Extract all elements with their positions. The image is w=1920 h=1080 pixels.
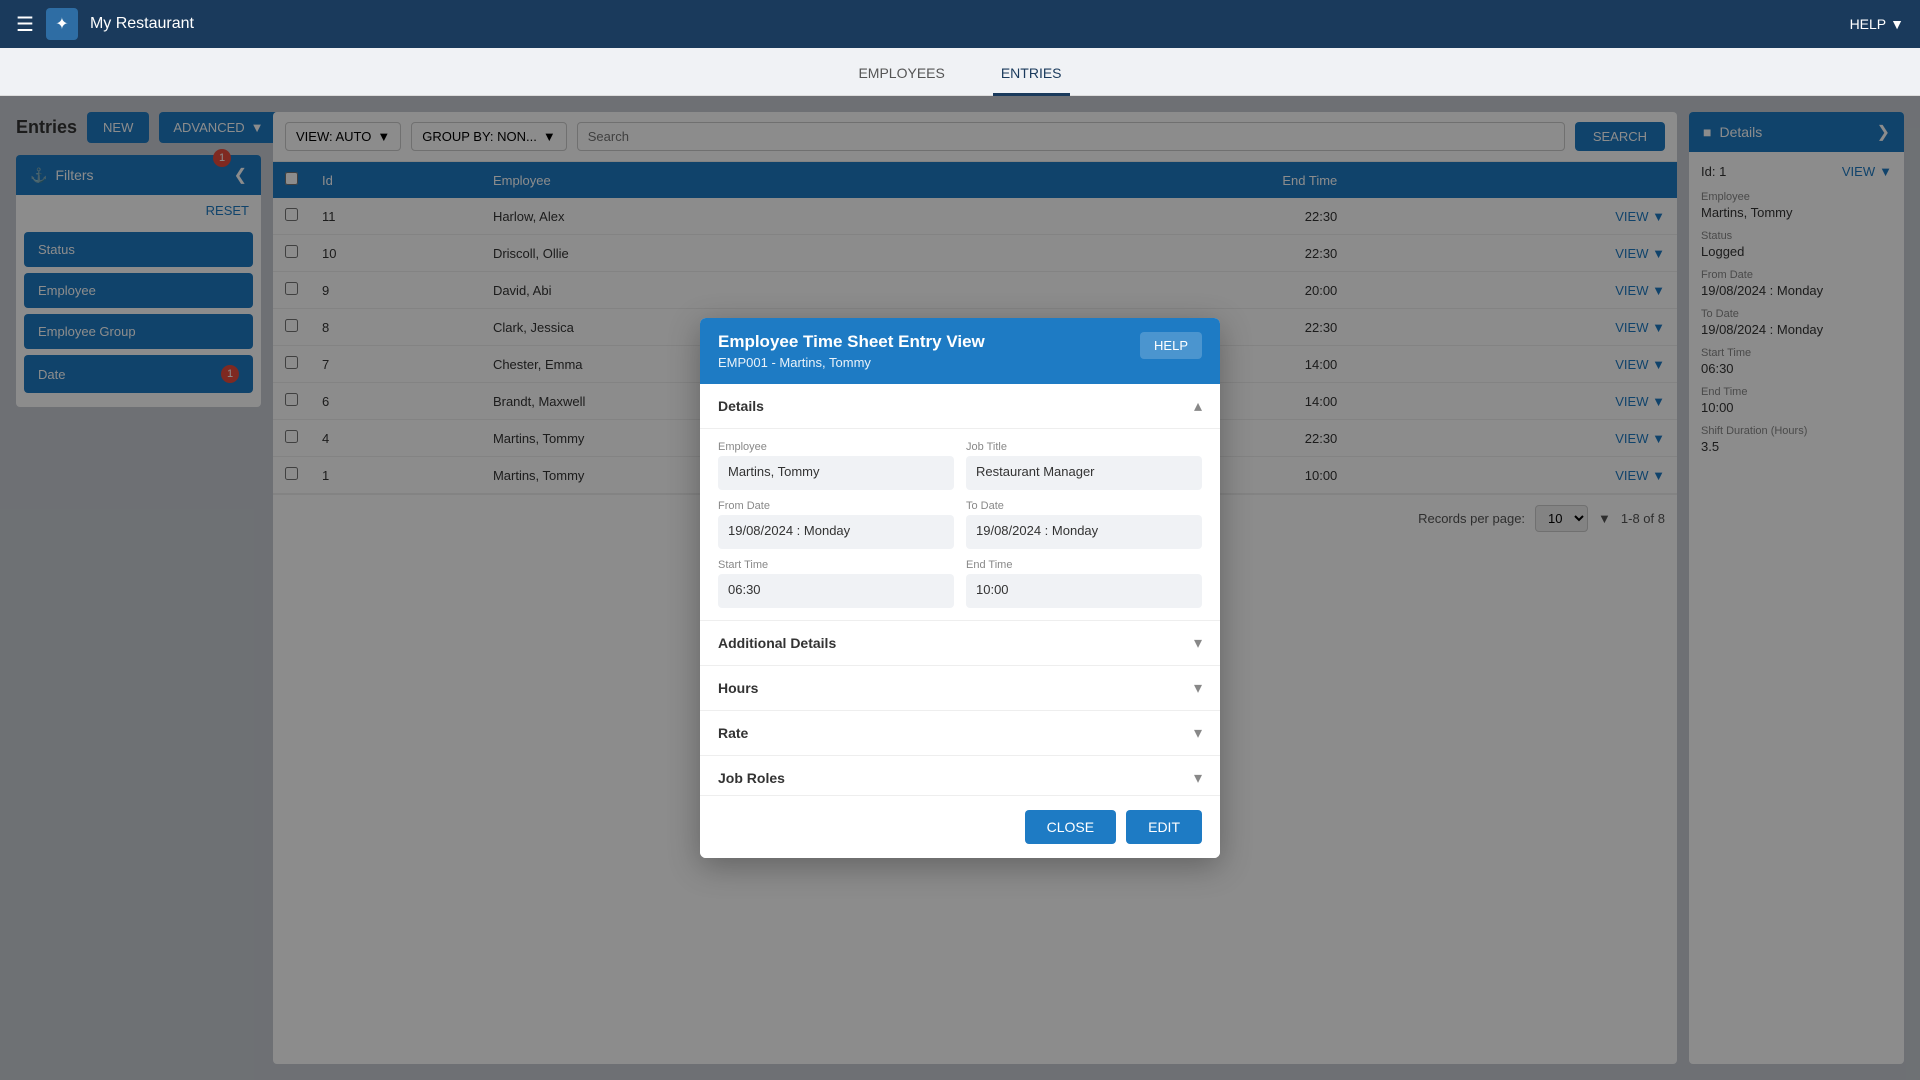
from-date-value: 19/08/2024 : Monday [718,515,954,549]
close-button[interactable]: CLOSE [1025,810,1116,844]
to-date-value: 19/08/2024 : Monday [966,515,1202,549]
field-from-date: From Date 19/08/2024 : Monday [718,500,954,549]
chevron-down-icon [1194,723,1202,743]
app-logo: ✦ [46,8,78,40]
modal-body: Details Employee Martins, Tommy Job Titl… [700,384,1220,795]
start-time-value: 06:30 [718,574,954,608]
field-end-time: End Time 10:00 [966,559,1202,608]
employee-label: Employee [718,441,954,453]
details-section-header[interactable]: Details [700,384,1220,429]
modal-footer: CLOSE EDIT [700,795,1220,858]
field-employee: Employee Martins, Tommy [718,441,954,490]
section-additional[interactable]: Additional Details [700,621,1220,666]
from-date-label: From Date [718,500,954,512]
to-date-label: To Date [966,500,1202,512]
job-title-label: Job Title [966,441,1202,453]
chevron-down-icon [1194,633,1202,653]
end-time-value: 10:00 [966,574,1202,608]
section-job_roles[interactable]: Job Roles [700,756,1220,795]
section-rate[interactable]: Rate [700,711,1220,756]
help-nav[interactable]: HELP ▼ [1850,16,1904,32]
modal-title: Employee Time Sheet Entry View [718,332,985,352]
modal: Employee Time Sheet Entry View EMP001 - … [700,318,1220,858]
menu-icon[interactable]: ☰ [16,12,34,37]
modal-header: Employee Time Sheet Entry View EMP001 - … [700,318,1220,384]
chevron-down-icon: ▼ [1890,16,1904,32]
top-nav: ☰ ✦ My Restaurant HELP ▼ [0,0,1920,48]
start-time-label: Start Time [718,559,954,571]
end-time-label: End Time [966,559,1202,571]
modal-subtitle: EMP001 - Martins, Tommy [718,355,985,370]
section-title: Additional Details [718,635,836,651]
modal-overlay[interactable]: Employee Time Sheet Entry View EMP001 - … [0,96,1920,1080]
section-title: Hours [718,680,758,696]
section-title: Rate [718,725,748,741]
app-title: My Restaurant [90,15,194,33]
section-hours[interactable]: Hours [700,666,1220,711]
main-content: Entries NEW ADVANCED ▼ ⚓ Filters 1 ❮ RES… [0,96,1920,1080]
tab-entries[interactable]: ENTRIES [993,53,1070,96]
employee-value: Martins, Tommy [718,456,954,490]
tab-employees[interactable]: EMPLOYEES [850,53,952,96]
field-to-date: To Date 19/08/2024 : Monday [966,500,1202,549]
form-row-1: Employee Martins, Tommy Job Title Restau… [718,441,1202,490]
form-row-3: Start Time 06:30 End Time 10:00 [718,559,1202,608]
edit-button[interactable]: EDIT [1126,810,1202,844]
section-title: Job Roles [718,770,785,786]
job-title-value: Restaurant Manager [966,456,1202,490]
details-section-content: Employee Martins, Tommy Job Title Restau… [700,429,1220,621]
details-section-chevron [1194,396,1202,416]
field-start-time: Start Time 06:30 [718,559,954,608]
field-job-title: Job Title Restaurant Manager [966,441,1202,490]
form-row-2: From Date 19/08/2024 : Monday To Date 19… [718,500,1202,549]
chevron-down-icon [1194,678,1202,698]
top-nav-left: ☰ ✦ My Restaurant [16,8,194,40]
tabs-bar: EMPLOYEES ENTRIES [0,48,1920,96]
modal-help-button[interactable]: HELP [1140,332,1202,359]
details-section-title: Details [718,398,764,414]
chevron-down-icon [1194,768,1202,788]
